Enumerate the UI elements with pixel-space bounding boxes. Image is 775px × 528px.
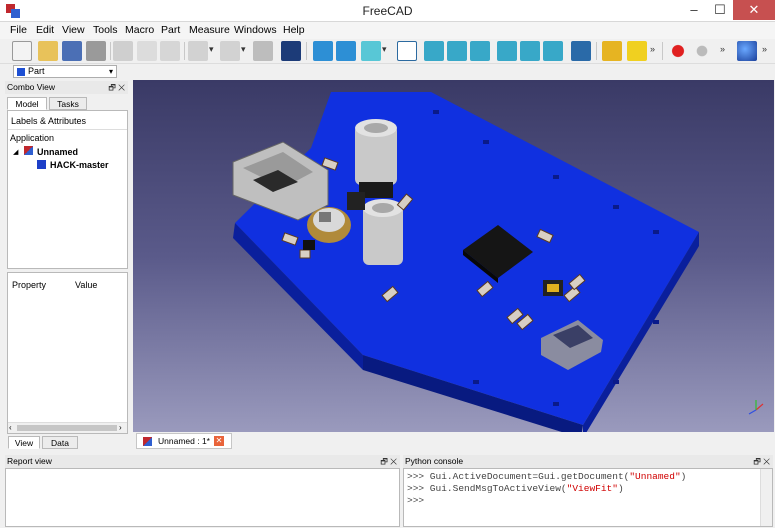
fit-all-icon[interactable] (313, 41, 333, 61)
menu-measure[interactable]: Measure (189, 24, 230, 36)
report-view-header: Report view 🗗 ✕ (5, 455, 400, 468)
part-object-icon (37, 160, 46, 169)
chevron-left-icon[interactable]: ‹ (9, 423, 12, 432)
top-view-icon[interactable] (447, 41, 467, 61)
report-view-title: Report view (7, 456, 52, 466)
property-editor: Property Value ‹ › (7, 272, 128, 434)
menu-bar: File Edit View Tools Macro Part Measure … (0, 22, 775, 39)
value-column-header: Value (75, 280, 98, 290)
redo-icon[interactable] (220, 41, 240, 61)
part-check-icon[interactable] (627, 41, 647, 61)
python-console-header: Python console 🗗 ✕ (403, 455, 773, 468)
float-close-icons[interactable]: 🗗 ✕ (753, 455, 770, 468)
console-line: >>> Gui.SendMsgToActiveView("ViewFit") (407, 483, 624, 494)
report-view-output[interactable] (5, 468, 400, 527)
draw-style-icon[interactable] (361, 41, 381, 61)
console-line: >>> Gui.ActiveDocument=Gui.getDocument("… (407, 471, 687, 482)
undo-dropdown-icon[interactable]: ▾ (209, 44, 214, 55)
python-console-title: Python console (405, 456, 464, 466)
window-title: FreeCAD (362, 4, 413, 18)
tab-tasks[interactable]: Tasks (49, 97, 87, 110)
record-macro-icon[interactable] (668, 41, 688, 61)
stop-macro-icon[interactable] (692, 41, 712, 61)
tab-data[interactable]: Data (42, 436, 78, 449)
pcb-model-render (232, 92, 764, 438)
right-view-icon[interactable] (470, 41, 490, 61)
workbench-bar: Part ▾ (0, 64, 775, 80)
python-console-panel: Python console 🗗 ✕ >>> Gui.ActiveDocumen… (403, 455, 773, 527)
maximize-button[interactable]: ☐ (707, 0, 733, 20)
toolbar-overflow-icon[interactable]: » (650, 44, 655, 54)
scroll-thumb[interactable] (17, 425, 117, 431)
application-node: Application (10, 133, 55, 143)
combo-view-panel: Combo View 🗗 ✕ Model Tasks Labels & Attr… (5, 81, 128, 449)
minimize-button[interactable]: – (681, 0, 707, 20)
close-button[interactable]: ✕ (733, 0, 775, 20)
menu-edit[interactable]: Edit (36, 24, 54, 36)
expand-icon[interactable]: ◢ (13, 148, 18, 156)
document-icon (143, 437, 152, 446)
close-tab-icon[interactable]: ✕ (214, 436, 224, 446)
document-tab-label: Unnamed : 1* (158, 436, 210, 446)
rear-view-icon[interactable] (497, 41, 517, 61)
3d-viewport[interactable] (133, 80, 774, 438)
console-prompt[interactable]: >>> (407, 495, 424, 506)
python-console-output[interactable]: >>> Gui.ActiveDocument=Gui.getDocument("… (403, 468, 773, 527)
main-toolbar: ▾ ▾ ▾ » » » (0, 39, 775, 64)
horizontal-scrollbar[interactable]: ‹ › (8, 422, 127, 433)
tab-view[interactable]: View (8, 436, 40, 449)
print-icon[interactable] (86, 41, 106, 61)
model-tree: Labels & Attributes Application ◢ Unname… (7, 110, 128, 269)
menu-help[interactable]: Help (283, 24, 305, 36)
vertical-scrollbar[interactable] (760, 469, 772, 526)
document-icon (24, 146, 33, 155)
draw-style-dropdown-icon[interactable]: ▾ (382, 44, 387, 55)
open-icon[interactable] (38, 41, 58, 61)
save-icon[interactable] (62, 41, 82, 61)
paste-icon[interactable] (160, 41, 180, 61)
fit-selection-icon[interactable] (336, 41, 356, 61)
workbench-selector[interactable]: Part ▾ (13, 65, 117, 78)
menu-file[interactable]: File (10, 24, 27, 36)
report-view-panel: Report view 🗗 ✕ (5, 455, 400, 527)
menu-windows[interactable]: Windows (234, 24, 277, 36)
part-box-icon[interactable] (602, 41, 622, 61)
macro-overflow-icon[interactable]: » (720, 44, 725, 54)
combo-view-header: Combo View 🗗 ✕ (5, 81, 128, 94)
front-view-icon[interactable] (424, 41, 444, 61)
isometric-view-icon[interactable] (397, 41, 417, 61)
property-column-header: Property (12, 280, 47, 290)
menu-macro[interactable]: Macro (125, 24, 154, 36)
undo-icon[interactable] (188, 41, 208, 61)
chevron-down-icon: ▾ (108, 67, 113, 76)
tree-item-hack-master[interactable]: HACK-master (50, 160, 109, 170)
labels-header: Labels & Attributes (11, 116, 87, 126)
document-tab-unnamed[interactable]: Unnamed : 1* ✕ (136, 433, 232, 449)
copy-icon[interactable] (137, 41, 157, 61)
redo-dropdown-icon[interactable]: ▾ (241, 44, 246, 55)
whats-this-icon[interactable] (281, 41, 301, 61)
menu-tools[interactable]: Tools (93, 24, 118, 36)
tab-model[interactable]: Model (7, 97, 47, 110)
refresh-icon[interactable] (253, 41, 273, 61)
left-view-icon[interactable] (543, 41, 563, 61)
combo-view-title: Combo View (7, 82, 56, 92)
cut-icon[interactable] (113, 41, 133, 61)
document-tabs: Unnamed : 1* ✕ (133, 432, 774, 450)
new-document-icon[interactable] (12, 41, 32, 61)
float-close-icons[interactable]: 🗗 ✕ (108, 81, 125, 94)
title-bar: FreeCAD – ☐ ✕ (0, 0, 775, 22)
combo-tabs: Model Tasks (5, 95, 128, 110)
menu-part[interactable]: Part (161, 24, 180, 36)
workbench-sphere-icon[interactable] (737, 41, 757, 61)
menu-view[interactable]: View (62, 24, 85, 36)
chevron-right-icon[interactable]: › (119, 423, 122, 432)
bottom-view-icon[interactable] (520, 41, 540, 61)
workbench-label: Part (28, 66, 45, 76)
float-close-icons[interactable]: 🗗 ✕ (380, 455, 397, 468)
part-workbench-icon (17, 68, 25, 76)
tree-item-unnamed[interactable]: Unnamed (37, 147, 78, 157)
measure-distance-icon[interactable] (571, 41, 591, 61)
workbench-overflow-icon[interactable]: » (762, 44, 767, 54)
